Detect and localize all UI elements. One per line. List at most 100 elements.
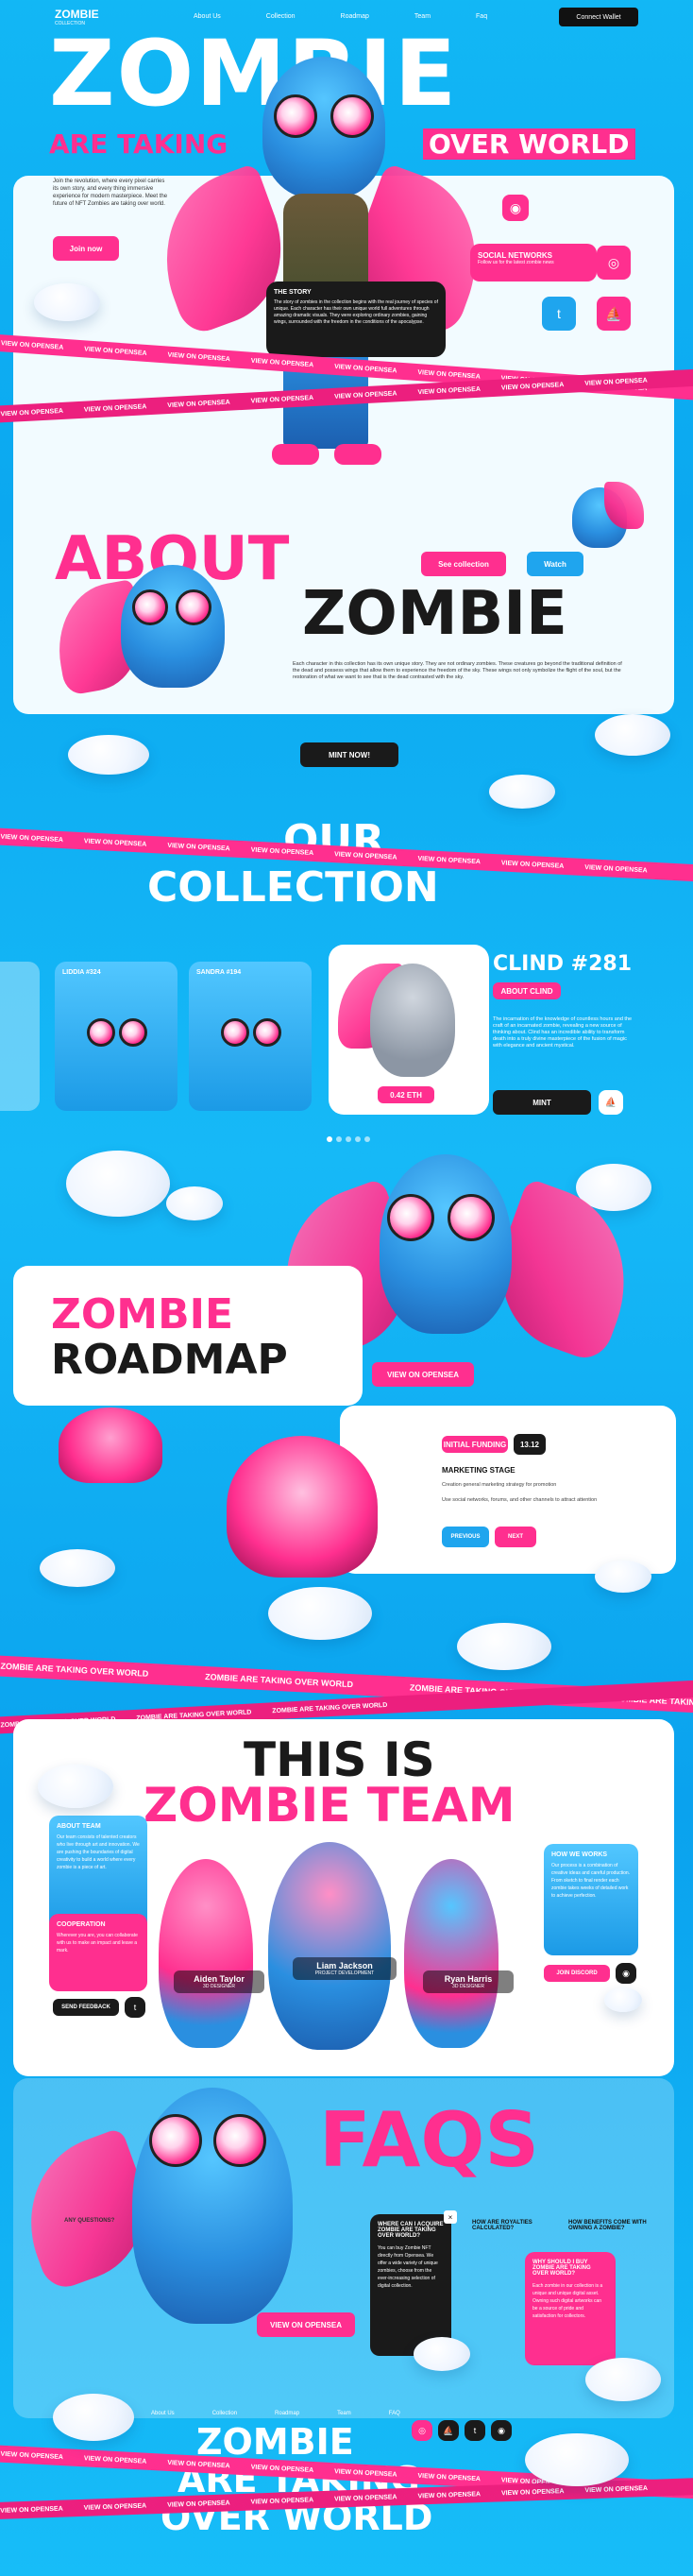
opensea-icon[interactable]: ⛵: [597, 297, 631, 331]
nav-link-roadmap[interactable]: Roadmap: [341, 13, 369, 20]
roadmap-title-dark: ROADMAP: [51, 1336, 288, 1384]
ribbon-item[interactable]: VIEW ON OPENSEA: [334, 390, 397, 400]
ribbon-item[interactable]: VIEW ON OPENSEA: [417, 2472, 481, 2482]
ribbon-item[interactable]: VIEW ON OPENSEA: [84, 838, 147, 847]
faq-item-open[interactable]: WHERE CAN I ACQUIRE ZOMBIE ARE TAKING OV…: [370, 2214, 451, 2356]
nav-link-team[interactable]: Team: [414, 13, 431, 20]
ribbon-item[interactable]: VIEW ON OPENSEA: [334, 851, 397, 861]
opensea-small-icon[interactable]: ⛵: [599, 1090, 623, 1115]
discord-icon[interactable]: ◉: [616, 1963, 636, 1984]
ribbon-item[interactable]: VIEW ON OPENSEA: [167, 2499, 230, 2508]
previous-button[interactable]: PREVIOUS: [442, 1527, 489, 1547]
ribbon-item[interactable]: VIEW ON OPENSEA: [0, 833, 63, 843]
coop-title: COOPERATION: [57, 1921, 106, 1928]
ribbon-item[interactable]: VIEW ON OPENSEA: [501, 382, 565, 391]
faq-opensea-button[interactable]: VIEW ON OPENSEA: [257, 2312, 355, 2337]
carousel-dots[interactable]: [327, 1130, 374, 1147]
roadmap-goggle-left: [387, 1194, 434, 1241]
footer-link-collection[interactable]: Collection: [212, 2411, 237, 2416]
close-icon[interactable]: ×: [444, 2210, 457, 2224]
ribbon-item[interactable]: VIEW ON OPENSEA: [167, 842, 230, 851]
about-team-title: ABOUT TEAM: [57, 1823, 101, 1830]
ribbon-item[interactable]: VIEW ON OPENSEA: [167, 399, 230, 408]
twitter-icon[interactable]: t: [542, 297, 576, 331]
ribbon-item[interactable]: VIEW ON OPENSEA: [251, 846, 314, 856]
watch-button[interactable]: Watch: [527, 552, 583, 576]
discord-icon[interactable]: ◉: [491, 2420, 512, 2441]
cloud: [585, 2358, 661, 2401]
ribbon-item[interactable]: VIEW ON OPENSEA: [84, 403, 147, 413]
team-member-center: [268, 1842, 391, 2050]
cloud: [166, 1186, 223, 1220]
featured-card[interactable]: 0.42 ETH: [329, 945, 489, 1115]
ribbon-item[interactable]: VIEW ON OPENSEA: [167, 2459, 230, 2468]
ribbon-item[interactable]: VIEW ON OPENSEA: [0, 2505, 63, 2514]
join-now-button[interactable]: Join now: [53, 236, 119, 261]
cloud: [457, 1623, 551, 1670]
ribbon-item[interactable]: VIEW ON OPENSEA: [251, 394, 314, 403]
ribbon-item[interactable]: VIEW ON OPENSEA: [584, 2484, 648, 2493]
twitter-icon[interactable]: t: [465, 2420, 485, 2441]
nav-link-collection[interactable]: Collection: [266, 13, 296, 20]
collection-card-liddia[interactable]: LIDDIA #324: [55, 962, 177, 1111]
ribbon-item[interactable]: VIEW ON OPENSEA: [584, 864, 648, 874]
discord-icon[interactable]: ◉: [502, 195, 529, 221]
ribbon-item[interactable]: VIEW ON OPENSEA: [417, 855, 481, 864]
collection-card-edge[interactable]: [0, 962, 40, 1111]
ribbon-item[interactable]: VIEW ON OPENSEA: [84, 346, 147, 357]
connect-wallet-button[interactable]: Connect Wallet: [559, 8, 638, 26]
member-label-ryan: Ryan Harris 3D DESIGNER: [423, 1970, 514, 1993]
ribbon-item[interactable]: VIEW ON OPENSEA: [334, 2494, 397, 2502]
nav-link-faq[interactable]: Faq: [476, 13, 487, 20]
join-discord-button[interactable]: JOIN DISCORD: [544, 1965, 610, 1982]
instagram-icon[interactable]: ◎: [412, 2420, 432, 2441]
opensea-icon[interactable]: ⛵: [438, 2420, 459, 2441]
cloud: [525, 2433, 629, 2486]
ribbon-item[interactable]: VIEW ON OPENSEA: [251, 357, 314, 368]
send-feedback-button[interactable]: SEND FEEDBACK: [53, 1999, 119, 2016]
ribbon-item[interactable]: VIEW ON OPENSEA: [251, 2464, 314, 2473]
instagram-icon[interactable]: ◎: [597, 246, 631, 280]
hero-shoe-left: [272, 444, 319, 465]
ribbon-item[interactable]: VIEW ON OPENSEA: [167, 351, 230, 363]
hero-title: ZOMBIE: [49, 21, 459, 127]
footer-link-roadmap[interactable]: Roadmap: [275, 2411, 299, 2416]
ribbon-item[interactable]: VIEW ON OPENSEA: [417, 369, 481, 381]
ribbon-item[interactable]: VIEW ON OPENSEA: [417, 385, 481, 395]
mint-now-button[interactable]: MINT NOW!: [300, 742, 398, 767]
footer-link-faq[interactable]: FAQ: [389, 2411, 400, 2416]
ribbon-item[interactable]: VIEW ON OPENSEA: [334, 363, 397, 374]
about-goggle-right: [176, 589, 211, 625]
ribbon-item[interactable]: VIEW ON OPENSEA: [334, 2468, 397, 2478]
faq-item-highlight[interactable]: WHY SHOULD I BUY ZOMBIE ARE TAKING OVER …: [525, 2252, 616, 2365]
story-text: The story of zombies in the collection b…: [274, 299, 438, 325]
footer-link-about[interactable]: About Us: [151, 2411, 175, 2416]
ribbon-item[interactable]: VIEW ON OPENSEA: [84, 2455, 147, 2465]
nav-links: About Us Collection Roadmap Team Faq: [194, 13, 487, 20]
see-collection-button[interactable]: See collection: [421, 552, 506, 576]
mint-button[interactable]: MINT: [493, 1090, 591, 1115]
collection-card-sandra[interactable]: SANDRA #194: [189, 962, 312, 1111]
faq-question-3[interactable]: HOW BENEFITS COME WITH OWNING A ZOMBIE?: [568, 2220, 653, 2231]
ribbon-item[interactable]: VIEW ON OPENSEA: [417, 2491, 481, 2499]
next-button[interactable]: NEXT: [495, 1527, 536, 1547]
about-clind-button[interactable]: ABOUT CLIND: [493, 982, 561, 999]
ribbon-item[interactable]: VIEW ON OPENSEA: [84, 2502, 147, 2511]
cloud: [595, 714, 670, 756]
ribbon-item: ZOMBIE ARE TAKING OVER WORLD: [272, 1701, 388, 1714]
ribbon-item[interactable]: VIEW ON OPENSEA: [1, 340, 64, 351]
ribbon-item[interactable]: VIEW ON OPENSEA: [584, 377, 648, 386]
how-text: Our process is a combination of creative…: [551, 1863, 631, 1899]
footer-link-team[interactable]: Team: [337, 2411, 351, 2416]
ribbon-item[interactable]: VIEW ON OPENSEA: [0, 407, 63, 417]
twitter-icon[interactable]: t: [125, 1997, 145, 2018]
faq-question-2[interactable]: HOW ARE ROYALTIES CALCULATED?: [472, 2220, 553, 2231]
ribbon-item[interactable]: VIEW ON OPENSEA: [501, 2488, 565, 2497]
faq-goggle-left: [149, 2114, 202, 2167]
about-zombie: [121, 565, 225, 688]
ribbon-item[interactable]: VIEW ON OPENSEA: [0, 2450, 63, 2460]
roadmap-opensea-button[interactable]: VIEW ON OPENSEA: [372, 1362, 474, 1387]
nav-link-about[interactable]: About Us: [194, 13, 221, 20]
ribbon-item[interactable]: VIEW ON OPENSEA: [501, 860, 565, 869]
ribbon-item[interactable]: VIEW ON OPENSEA: [250, 2497, 313, 2505]
